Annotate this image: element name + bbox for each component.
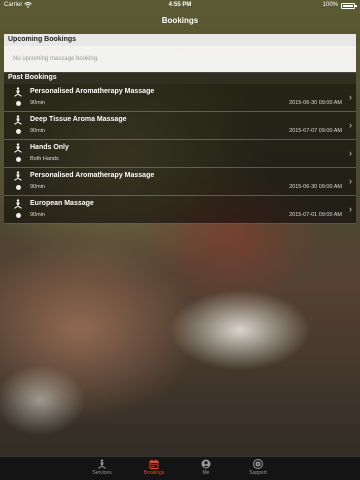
bullet-icon: [16, 129, 21, 134]
clock: 4:55 PM: [168, 2, 192, 8]
booking-duration: Both Hands: [30, 156, 59, 162]
upcoming-bookings-header: Upcoming Bookings: [4, 34, 356, 46]
massage-icon: [14, 87, 22, 97]
booking-duration: 90min: [30, 184, 45, 190]
booking-row[interactable]: European Massage 90min 2015-07-01 09:00 …: [4, 196, 356, 224]
tab-label: Support: [249, 470, 267, 476]
chevron-right-icon: ›: [349, 120, 352, 130]
booking-row[interactable]: Personalised Aromatherapy Massage 90min …: [4, 168, 356, 196]
tab-services[interactable]: Services: [82, 459, 122, 476]
massage-icon: [98, 459, 106, 469]
massage-icon: [14, 115, 22, 125]
chevron-right-icon: ›: [349, 148, 352, 158]
booking-title: Deep Tissue Aroma Massage: [30, 116, 127, 123]
chevron-right-icon: ›: [349, 92, 352, 102]
tab-me[interactable]: Me: [186, 459, 226, 476]
booking-row[interactable]: Hands Only Both Hands ›: [4, 140, 356, 168]
booking-duration: 90min: [30, 128, 45, 134]
booking-date: 2015-06-30 09:00 AM: [289, 184, 342, 190]
booking-date: 2015-06-30 09:00 AM: [289, 100, 342, 106]
upcoming-bookings-section: Upcoming Bookings No upcoming massage bo…: [4, 34, 356, 73]
chevron-right-icon: ›: [349, 176, 352, 186]
past-bookings-section: Past Bookings Personalised Aromatherapy …: [4, 72, 356, 224]
massage-icon: [14, 199, 22, 209]
booking-date: 2015-07-07 09:00 AM: [289, 128, 342, 134]
battery-icon: [341, 3, 357, 9]
bullet-icon: [16, 157, 21, 162]
bullet-icon: [16, 185, 21, 190]
tab-support[interactable]: Support: [238, 459, 278, 476]
booking-row[interactable]: Personalised Aromatherapy Massage 90min …: [4, 84, 356, 112]
tab-label: Bookings: [143, 470, 165, 476]
booking-title: Hands Only: [30, 144, 69, 151]
massage-icon: [14, 171, 22, 181]
nav-bar: Bookings: [0, 10, 360, 32]
upcoming-empty-message: No upcoming massage booking.: [4, 46, 356, 73]
bullet-icon: [16, 213, 21, 218]
chevron-right-icon: ›: [349, 204, 352, 214]
booking-title: Personalised Aromatherapy Massage: [30, 88, 155, 95]
tab-label: Me: [202, 470, 210, 476]
booking-title: Personalised Aromatherapy Massage: [30, 172, 155, 179]
booking-row[interactable]: Deep Tissue Aroma Massage 90min 2015-07-…: [4, 112, 356, 140]
tab-label: Services: [92, 470, 112, 476]
bullet-icon: [16, 101, 21, 106]
past-bookings-header: Past Bookings: [4, 72, 356, 84]
massage-icon: [14, 143, 22, 153]
booking-duration: 90min: [30, 212, 45, 218]
calendar-icon: [149, 459, 159, 469]
booking-title: European Massage: [30, 200, 94, 207]
booking-duration: 90min: [30, 100, 45, 106]
battery-percentage: 100%: [322, 2, 338, 8]
page-title: Bookings: [161, 16, 199, 25]
booking-date: 2015-07-01 09:00 AM: [289, 212, 342, 218]
tab-bookings[interactable]: Bookings: [134, 459, 174, 476]
tab-bar: Services Bookings Me Support: [0, 456, 360, 480]
info-icon: [253, 459, 263, 469]
status-bar: Carrier 4:55 PM 100%: [0, 0, 360, 10]
person-icon: [201, 459, 211, 469]
